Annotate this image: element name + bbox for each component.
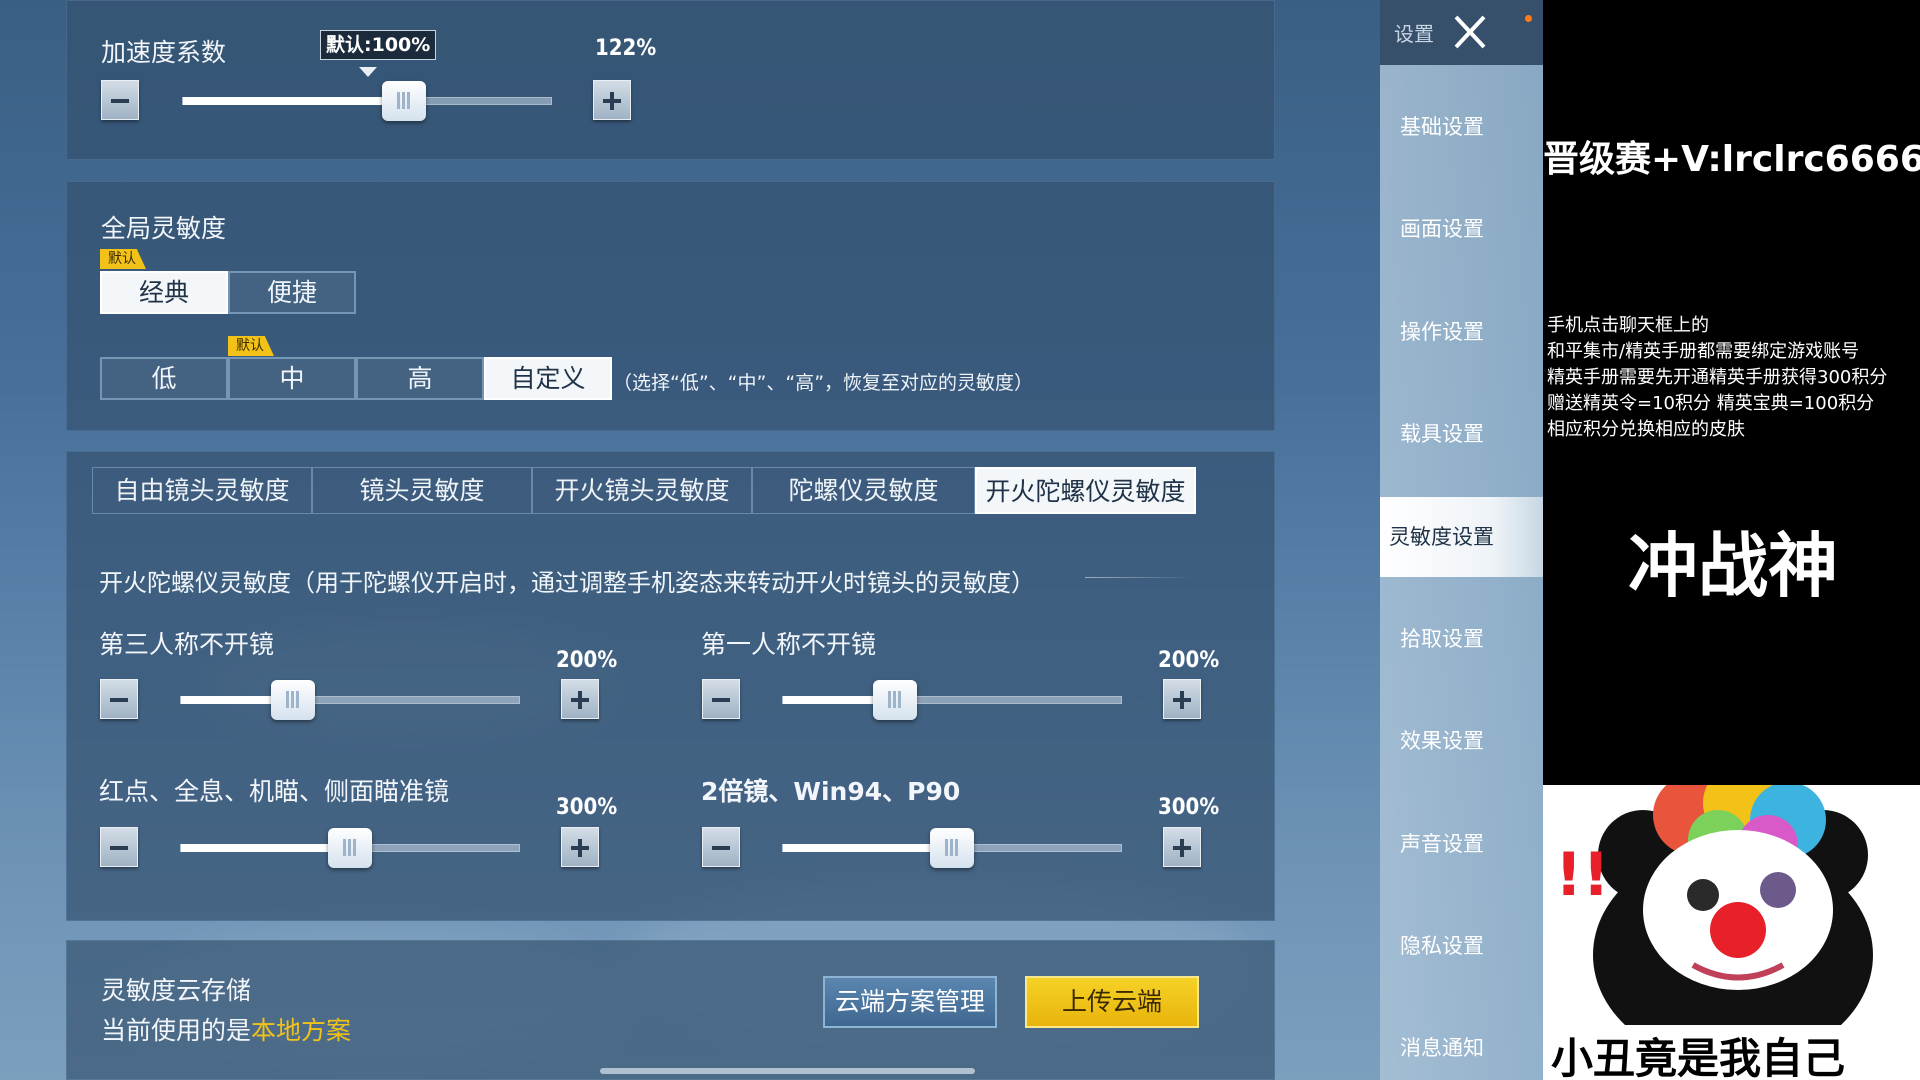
level-low[interactable]: 低 [100, 357, 228, 400]
slider-label-2x-scope: 2倍镜、Win94、P90 [701, 777, 961, 806]
third-person-increase-button[interactable] [561, 679, 599, 719]
overlay-line: 和平集市/精英手册都需要绑定游戏账号 [1547, 341, 1860, 362]
meme-caption: 小丑竟是我自己 [1551, 1034, 1846, 1080]
sidebar-item-sensitivity[interactable]: 灵敏度设置 [1380, 497, 1543, 577]
settings-screen: 加速度系数 默认:100% 122% 全局灵敏度 默认 经典 便捷 默认 低 中… [0, 0, 1543, 1080]
default-badge: 默认 [100, 249, 146, 269]
first-person-slider[interactable] [782, 680, 1122, 720]
acceleration-decrease-button[interactable] [101, 80, 139, 120]
level-custom[interactable]: 自定义 [484, 357, 612, 400]
third-person-decrease-button[interactable] [100, 679, 138, 719]
slider-fill [181, 844, 350, 852]
sidebar-item-pickup[interactable]: 拾取设置 [1380, 599, 1543, 679]
default-tooltip: 默认:100% [320, 30, 437, 60]
tab-free-camera[interactable]: 自由镜头灵敏度 [92, 467, 312, 514]
overlay-line: 赠送精英令=10积分 精英宝典=100积分 [1547, 393, 1875, 414]
tab-camera[interactable]: 镜头灵敏度 [312, 467, 532, 514]
clown-meme-image: !! 小丑竟是我自己 [1543, 785, 1920, 1080]
red-dot-decrease-button[interactable] [100, 827, 138, 867]
overlay-line: 手机点击聊天框上的 [1547, 315, 1709, 336]
global-sensitivity-panel: 全局灵敏度 默认 经典 便捷 默认 低 中 高 自定义 （选择“低”、“中”、“… [66, 181, 1275, 431]
section-description: 开火陀螺仪灵敏度（用于陀螺仪开启时，通过调整手机姿态来转动开火时镜头的灵敏度） [99, 569, 1035, 597]
slider-handle[interactable] [270, 680, 315, 720]
minus-icon [110, 846, 128, 850]
sidebar-item-graphics[interactable]: 画面设置 [1380, 189, 1543, 269]
overlay-line: 相应积分兑换相应的皮肤 [1547, 419, 1745, 440]
slider-value-red-dot: 300% [556, 795, 618, 820]
tab-fire-gyroscope[interactable]: 开火陀螺仪灵敏度 [975, 467, 1196, 514]
red-dot-increase-button[interactable] [561, 827, 599, 867]
clown-panda-icon: !! [1555, 785, 1873, 1065]
minus-icon [111, 99, 129, 103]
slider-label-red-dot: 红点、全息、机瞄、侧面瞄准镜 [99, 777, 450, 806]
upload-cloud-button[interactable]: 上传云端 [1025, 976, 1199, 1028]
current-plan-prefix: 当前使用的是 [101, 1016, 252, 1045]
default-tooltip-text: 默认:100% [326, 34, 431, 56]
global-sensitivity-title: 全局灵敏度 [101, 214, 227, 243]
mode-classic[interactable]: 经典 [100, 271, 228, 314]
third-person-slider[interactable] [180, 680, 520, 720]
sidebar-item-privacy[interactable]: 隐私设置 [1380, 906, 1543, 986]
scope-2x-decrease-button[interactable] [702, 827, 740, 867]
level-high[interactable]: 高 [356, 357, 484, 400]
acceleration-label: 加速度系数 [101, 38, 227, 67]
settings-title: 设置 [1394, 22, 1434, 46]
slider-label-third-person: 第三人称不开镜 [99, 630, 275, 659]
cloud-storage-title: 灵敏度云存储 [101, 976, 252, 1005]
slider-handle[interactable] [872, 680, 917, 720]
cloud-plan-manage-button[interactable]: 云端方案管理 [823, 976, 997, 1028]
slider-handle[interactable] [328, 828, 372, 868]
close-button[interactable] [1448, 12, 1492, 52]
stream-overlay: 晋级赛+V:lrclrc6666 手机点击聊天框上的 和平集市/精英手册都需要绑… [1543, 0, 1920, 785]
close-icon [1454, 15, 1486, 49]
acceleration-slider[interactable] [182, 81, 552, 121]
scroll-indicator[interactable] [600, 1068, 975, 1074]
sidebar-item-basic[interactable]: 基础设置 [1380, 87, 1543, 167]
scope-2x-slider[interactable] [782, 828, 1122, 868]
minus-icon [110, 698, 128, 702]
level-medium[interactable]: 中 [228, 357, 356, 400]
svg-text:!!: !! [1555, 840, 1610, 910]
slider-value-first-person: 200% [1158, 648, 1220, 673]
acceleration-increase-button[interactable] [593, 80, 631, 120]
current-plan-value: 本地方案 [251, 1016, 352, 1045]
cloud-storage-current: 当前使用的是本地方案 [101, 1011, 351, 1047]
sidebar-item-notifications[interactable]: 消息通知 [1380, 1008, 1543, 1080]
slider-label-first-person: 第一人称不开镜 [701, 630, 877, 659]
tab-gyroscope[interactable]: 陀螺仪灵敏度 [752, 467, 975, 514]
acceleration-value: 122% [595, 36, 657, 61]
settings-sidebar: 基础设置 画面设置 操作设置 载具设置 灵敏度设置 拾取设置 效果设置 声音设置… [1380, 65, 1543, 1080]
default-badge: 默认 [228, 336, 274, 356]
mode-simple[interactable]: 便捷 [228, 271, 356, 314]
scope-2x-increase-button[interactable] [1163, 827, 1201, 867]
minus-icon [712, 698, 730, 702]
sidebar-item-effects[interactable]: 效果设置 [1380, 701, 1543, 781]
acceleration-panel: 加速度系数 默认:100% 122% [66, 0, 1275, 160]
slider-fill [183, 97, 404, 105]
cloud-storage-panel: 灵敏度云存储 当前使用的是本地方案 云端方案管理 上传云端 [66, 940, 1275, 1080]
overlay-line: 精英手册需要先开通精英手册获得300积分 [1547, 367, 1888, 388]
default-marker-icon [359, 67, 377, 77]
minus-icon [712, 846, 730, 850]
sidebar-item-controls[interactable]: 操作设置 [1380, 292, 1543, 372]
tab-fire-camera[interactable]: 开火镜头灵敏度 [532, 467, 752, 514]
first-person-increase-button[interactable] [1163, 679, 1201, 719]
slider-value-third-person: 200% [556, 648, 618, 673]
slider-value-2x-scope: 300% [1158, 795, 1220, 820]
notification-dot [1525, 15, 1532, 22]
slider-handle[interactable] [381, 81, 426, 121]
level-hint: （选择“低”、“中”、“高”，恢复至对应的灵敏度） [613, 372, 1034, 394]
overlay-title: 晋级赛+V:lrclrc6666 [1543, 139, 1920, 180]
settings-header: 设置 [1380, 0, 1543, 65]
sidebar-item-audio[interactable]: 声音设置 [1380, 804, 1543, 884]
slider-fill [783, 844, 952, 852]
section-divider [1085, 577, 1195, 578]
slider-handle[interactable] [930, 828, 974, 868]
first-person-decrease-button[interactable] [702, 679, 740, 719]
sidebar-item-vehicle[interactable]: 载具设置 [1380, 394, 1543, 474]
overlay-slogan: 冲战神 [1628, 524, 1838, 607]
red-dot-slider[interactable] [180, 828, 520, 868]
